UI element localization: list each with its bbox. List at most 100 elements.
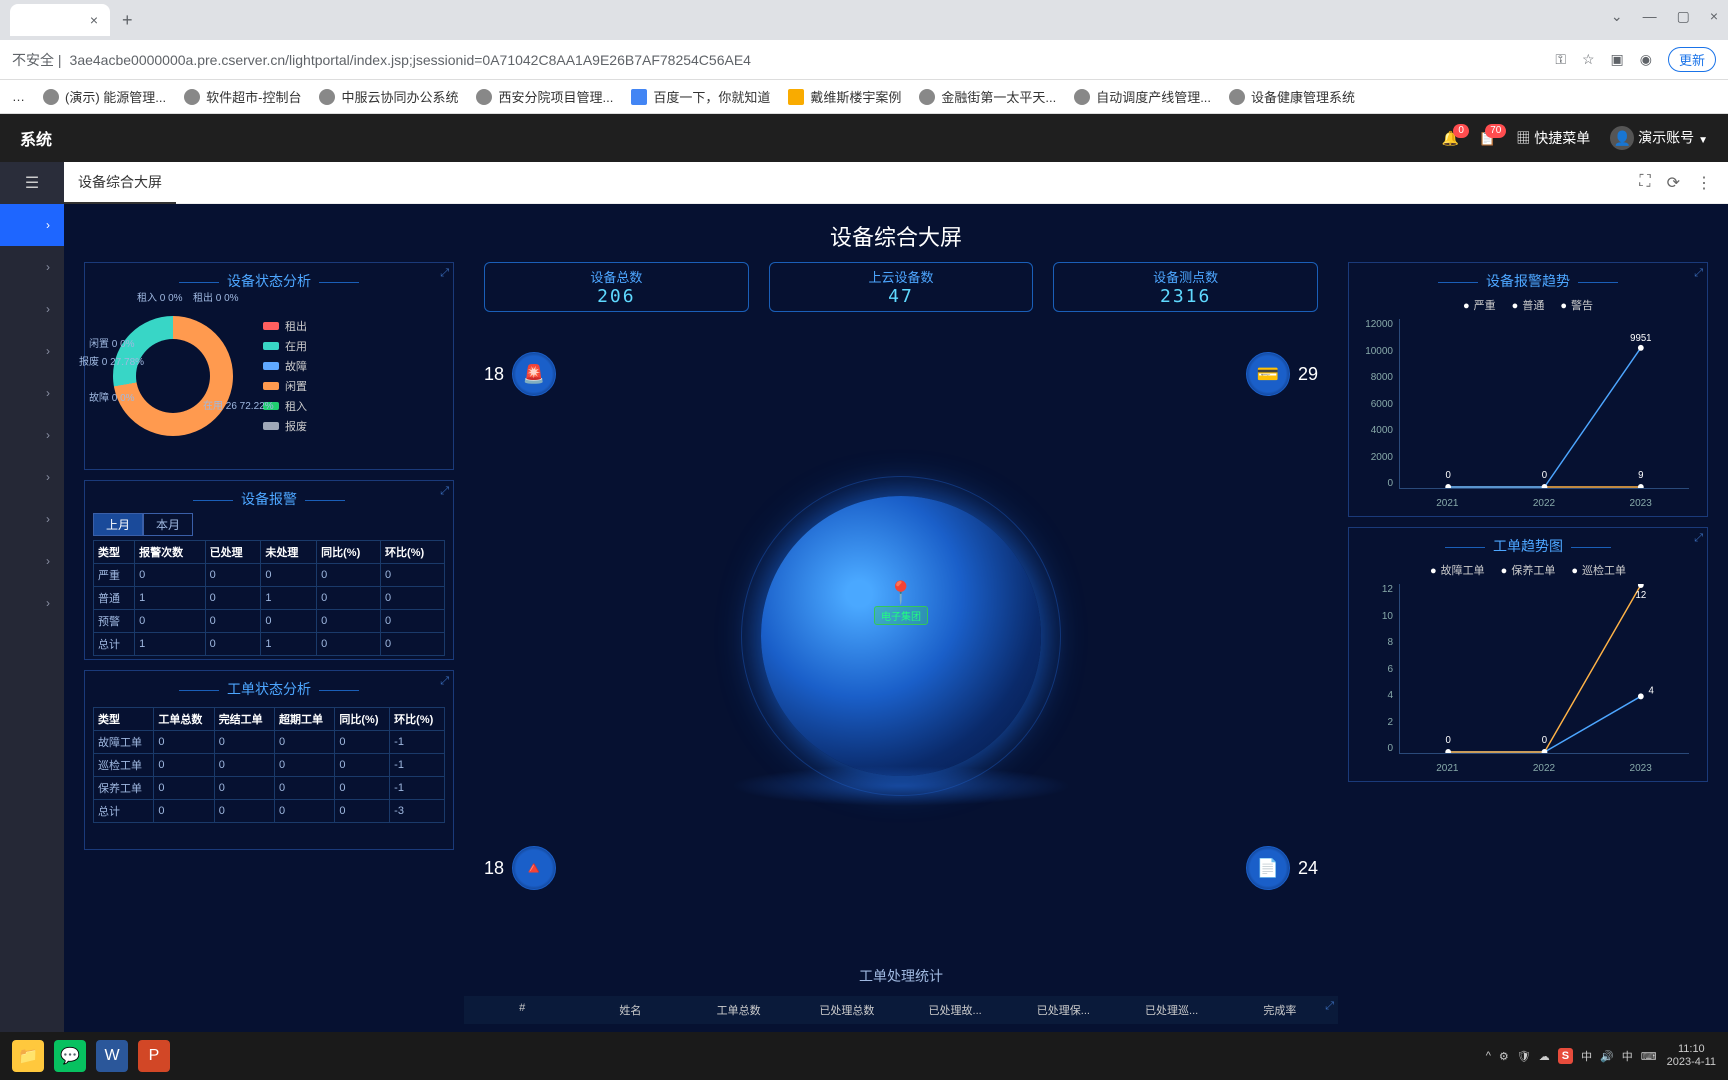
bookmark-item[interactable]: 自动调度产线管理... bbox=[1074, 87, 1211, 106]
stat-points: 设备测点数 2316 bbox=[1053, 262, 1318, 312]
nav-item[interactable]: › bbox=[0, 246, 64, 288]
table-row: 保养工单0000-1 bbox=[94, 777, 445, 800]
sidebar-toggle[interactable]: ☰ bbox=[0, 162, 64, 204]
ime-icon[interactable]: S bbox=[1558, 1048, 1573, 1064]
card-icon: 💳 bbox=[1246, 352, 1290, 396]
expand-icon[interactable]: ⤢ bbox=[440, 267, 449, 280]
panel-title: 设备状态分析 bbox=[93, 271, 445, 291]
tab-last-month[interactable]: 上月 bbox=[93, 513, 143, 536]
close-window-icon[interactable]: × bbox=[1710, 8, 1718, 25]
table-row: 预警00000 bbox=[94, 610, 445, 633]
menu-collapse-icon: ☰ bbox=[25, 173, 39, 193]
chevron-down-icon: ▼ bbox=[1698, 135, 1708, 146]
sub-header: ☰ 设备综合大屏 ⛶ ⟳ ⋮ bbox=[0, 162, 1728, 204]
lang-indicator[interactable]: 中 bbox=[1581, 1048, 1592, 1064]
tray-icon[interactable]: 🔊 bbox=[1600, 1050, 1614, 1063]
nav-item[interactable]: › bbox=[0, 330, 64, 372]
fullscreen-icon[interactable]: ⛶ bbox=[1639, 173, 1650, 193]
alarm-trend-chart: 020004000600080001000012000 0 0 9 bbox=[1357, 319, 1699, 509]
wo-proc-title: 工单处理统计 bbox=[464, 966, 1338, 986]
bookmark-star-icon[interactable]: ☆ bbox=[1582, 51, 1595, 68]
chevron-up-icon[interactable]: ^ bbox=[1486, 1050, 1491, 1062]
bookmark-item[interactable]: 设备健康管理系统 bbox=[1229, 87, 1355, 106]
nav-item[interactable]: › bbox=[0, 372, 64, 414]
expand-icon[interactable]: ⤢ bbox=[1325, 1000, 1334, 1013]
clipboard-button[interactable]: 📋 70 bbox=[1479, 130, 1496, 147]
svg-text:12: 12 bbox=[1635, 590, 1646, 601]
expand-icon[interactable]: ⤢ bbox=[1694, 267, 1703, 280]
donut-label: 在用 26 72.22% bbox=[203, 397, 274, 412]
browser-tab[interactable]: × bbox=[10, 4, 110, 36]
bell-badge: 0 bbox=[1453, 124, 1469, 138]
side-stat-tr: 💳29 bbox=[1246, 352, 1318, 396]
profile-icon[interactable]: ◉ bbox=[1640, 51, 1652, 68]
expand-icon[interactable]: ⤢ bbox=[1694, 532, 1703, 545]
maximize-icon[interactable]: ▢ bbox=[1677, 8, 1690, 25]
nav-item[interactable]: › bbox=[0, 540, 64, 582]
bookmark-overflow[interactable]: … bbox=[12, 89, 25, 104]
nav-item[interactable]: › bbox=[0, 456, 64, 498]
svg-text:0: 0 bbox=[1445, 470, 1451, 481]
nav-item[interactable]: › bbox=[0, 498, 64, 540]
table-row: 总计10100 bbox=[94, 633, 445, 656]
side-stat-br: 📄24 bbox=[1246, 846, 1318, 890]
globe-marker[interactable]: 📍 电子集团 bbox=[874, 580, 928, 625]
expand-icon[interactable]: ⤢ bbox=[440, 675, 449, 688]
bookmark-item[interactable]: 戴维斯楼宇案例 bbox=[788, 87, 901, 106]
nav-item[interactable]: › bbox=[0, 414, 64, 456]
chevron-down-icon[interactable]: ⌄ bbox=[1611, 8, 1623, 25]
donut-label: 租出 0 0% bbox=[193, 289, 239, 304]
wo-status-table: 类型工单总数完结工单超期工单同比(%)环比(%) 故障工单0000-1 巡检工单… bbox=[93, 707, 445, 823]
nav-item[interactable]: › bbox=[0, 582, 64, 624]
tray-icon[interactable]: ⌨ bbox=[1641, 1050, 1657, 1063]
update-button[interactable]: 更新 bbox=[1668, 47, 1716, 72]
tray-icon[interactable]: ☁ bbox=[1539, 1050, 1550, 1063]
pin-icon: 📍 bbox=[874, 580, 928, 606]
expand-icon[interactable]: ⤢ bbox=[440, 485, 449, 498]
bookmark-item[interactable]: 西安分院项目管理... bbox=[476, 87, 613, 106]
stat-cloud: 上云设备数 47 bbox=[769, 262, 1034, 312]
table-row: 巡检工单0000-1 bbox=[94, 754, 445, 777]
new-tab-button[interactable]: + bbox=[122, 10, 133, 31]
alarm-panel: 设备报警 ⤢ 上月 本月 类型报警次数已处理未处理同比(%)环比(%) 严重00… bbox=[84, 480, 454, 660]
table-row: 总计0000-3 bbox=[94, 800, 445, 823]
bookmark-item[interactable]: 百度一下，你就知道 bbox=[631, 87, 770, 106]
bookmark-item[interactable]: (演示) 能源管理... bbox=[43, 87, 166, 106]
key-icon[interactable]: ⚿ bbox=[1555, 51, 1566, 68]
tray-icon[interactable]: ⚙ bbox=[1499, 1050, 1509, 1063]
more-icon[interactable]: ⋮ bbox=[1696, 173, 1712, 193]
powerpoint-icon[interactable]: P bbox=[138, 1040, 170, 1072]
user-menu[interactable]: 👤 演示账号▼ bbox=[1610, 126, 1708, 150]
word-icon[interactable]: W bbox=[96, 1040, 128, 1072]
stat-total: 设备总数 206 bbox=[484, 262, 749, 312]
bookmark-item[interactable]: 软件超市-控制台 bbox=[184, 87, 301, 106]
refresh-icon[interactable]: ⟳ bbox=[1667, 173, 1680, 193]
url-text[interactable]: 3ae4acbe0000000a.pre.cserver.cn/lightpor… bbox=[70, 52, 1556, 68]
status-analysis-panel: 设备状态分析 ⤢ 租入 0 0% 租出 0 0% 闲置 0 0% 报废 0 27… bbox=[84, 262, 454, 470]
nav-item[interactable]: › bbox=[0, 288, 64, 330]
file-explorer-icon[interactable]: 📁 bbox=[12, 1040, 44, 1072]
nav-item[interactable]: › bbox=[0, 204, 64, 246]
tab-this-month[interactable]: 本月 bbox=[143, 513, 193, 536]
globe[interactable]: 📍 电子集团 bbox=[761, 496, 1041, 776]
bookmark-item[interactable]: 中服云协同办公系统 bbox=[319, 87, 458, 106]
lang-indicator[interactable]: 中 bbox=[1622, 1048, 1633, 1064]
left-nav: › › › › › › › › › › bbox=[0, 204, 64, 1032]
quick-menu-button[interactable]: ▦ 快捷菜单 bbox=[1516, 128, 1590, 148]
taskbar-clock[interactable]: 11:10 2023-4-11 bbox=[1667, 1043, 1716, 1069]
status-legend: 租出 在用 故障 闲置 租入 报废 bbox=[253, 291, 445, 461]
close-icon[interactable]: × bbox=[90, 12, 98, 28]
minimize-icon[interactable]: — bbox=[1643, 8, 1657, 25]
system-tray[interactable]: ^ ⚙ 🛡 ☁ S 中 🔊 中 ⌨ bbox=[1486, 1048, 1657, 1064]
address-bar: 不安全 | 3ae4acbe0000000a.pre.cserver.cn/li… bbox=[0, 40, 1728, 80]
bookmark-item[interactable]: 金融街第一太平天... bbox=[919, 87, 1056, 106]
tray-icon[interactable]: 🛡 bbox=[1517, 1050, 1531, 1063]
app-header: 系统 🔔 0 📋 70 ▦ 快捷菜单 👤 演示账号▼ bbox=[0, 114, 1728, 162]
extension-icon[interactable]: ▣ bbox=[1611, 51, 1624, 68]
notification-bell[interactable]: 🔔 0 bbox=[1441, 130, 1458, 147]
table-row: 故障工单0000-1 bbox=[94, 731, 445, 754]
wechat-icon[interactable]: 💬 bbox=[54, 1040, 86, 1072]
globe-area: 18🚨 18🔺 💳29 📄24 📍 电子集团 bbox=[464, 322, 1338, 950]
page-tab[interactable]: 设备综合大屏 bbox=[64, 162, 176, 204]
panel-title: 工单状态分析 bbox=[93, 679, 445, 699]
